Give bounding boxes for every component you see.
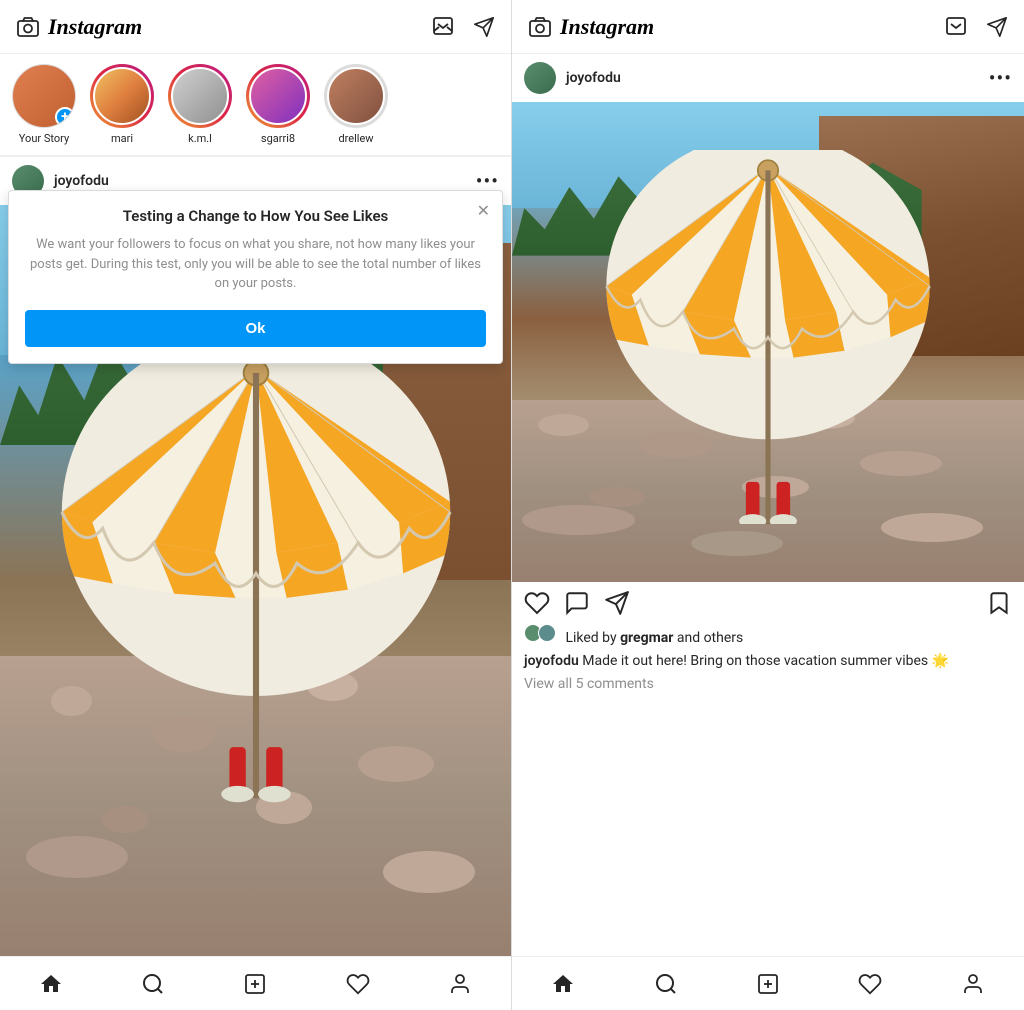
right-umbrella-scene <box>512 102 1024 582</box>
caption-username[interactable]: joyofodu <box>524 653 579 669</box>
left-bottom-nav <box>0 956 511 1010</box>
right-post-username: joyofodu <box>566 70 621 86</box>
story-ring-kml <box>168 64 232 128</box>
right-actions-left <box>524 590 630 616</box>
liked-by-rest: and others <box>673 630 743 646</box>
bookmark-button-right[interactable] <box>986 590 1012 616</box>
notification-close-button[interactable]: ✕ <box>477 201 490 220</box>
notification-ok-button[interactable]: Ok <box>25 310 486 347</box>
nav-profile-right[interactable] <box>961 972 985 996</box>
messenger-icon-left[interactable] <box>431 15 455 39</box>
your-story-avatar: + <box>12 64 76 128</box>
umbrella-svg-right <box>550 150 985 524</box>
nav-profile-left[interactable] <box>448 972 472 996</box>
right-post-avatar <box>524 62 556 94</box>
right-panel: Instagram joyofodu ••• <box>512 0 1024 1010</box>
left-post-username: joyofodu <box>54 173 109 189</box>
nav-home-left[interactable] <box>39 972 63 996</box>
story-ring-sgarri8 <box>246 64 310 128</box>
story-item-sgarri8[interactable]: sgarri8 <box>246 64 310 145</box>
right-post-more-button[interactable]: ••• <box>989 66 1012 90</box>
messenger-icon-right[interactable] <box>944 15 968 39</box>
story-ring-drellew <box>324 64 388 128</box>
story-avatar-sgarri8 <box>249 67 307 125</box>
right-post-image <box>512 102 1024 582</box>
stories-bar-left: + Your Story mari k.m.l sgarri8 <box>0 54 511 156</box>
nav-search-left[interactable] <box>141 972 165 996</box>
send-icon-left[interactable] <box>473 16 495 38</box>
camera-icon-right[interactable] <box>528 15 552 39</box>
comment-button-right[interactable] <box>564 590 590 616</box>
right-post-caption: joyofodu Made it out here! Bring on thos… <box>512 650 1024 674</box>
story-label-sgarri8: sgarri8 <box>261 132 295 145</box>
like-avatars <box>524 624 556 642</box>
right-post-header: joyofodu ••• <box>512 54 1024 102</box>
story-avatar-drellew <box>327 67 385 125</box>
nav-home-right[interactable] <box>551 972 575 996</box>
right-header-left: Instagram <box>528 14 654 40</box>
nav-search-right[interactable] <box>654 972 678 996</box>
send-icon-right[interactable] <box>986 16 1008 38</box>
story-avatar-kml <box>171 67 229 125</box>
left-header-left: Instagram <box>16 14 142 40</box>
instagram-logo-right: Instagram <box>560 14 654 40</box>
caption-body: Made it out here! Bring on those vacatio… <box>582 653 949 669</box>
right-post-actions <box>512 582 1024 624</box>
notification-body: We want your followers to focus on what … <box>25 235 486 294</box>
story-item-mari[interactable]: mari <box>90 64 154 145</box>
nav-add-left[interactable] <box>243 972 267 996</box>
nav-heart-right[interactable] <box>858 972 882 996</box>
view-comments-link[interactable]: View all 5 comments <box>512 674 1024 700</box>
story-label-kml: k.m.l <box>188 132 212 145</box>
umbrella-svg-left <box>51 303 460 844</box>
right-bottom-nav <box>512 956 1024 1010</box>
liked-by-user[interactable]: gregmar <box>620 630 673 646</box>
story-ring-mari <box>90 64 154 128</box>
right-post-likes: Liked by gregmar and others <box>512 624 1024 650</box>
like-avatar-2 <box>538 624 556 642</box>
story-label-mari: mari <box>111 132 133 145</box>
right-header-right <box>944 15 1008 39</box>
story-avatar-mari <box>93 67 151 125</box>
right-header: Instagram <box>512 0 1024 54</box>
your-story-item[interactable]: + Your Story <box>12 64 76 145</box>
story-item-kml[interactable]: k.m.l <box>168 64 232 145</box>
like-button-right[interactable] <box>524 590 550 616</box>
instagram-logo-left: Instagram <box>48 14 142 40</box>
story-label-drellew: drellew <box>338 132 373 145</box>
camera-icon[interactable] <box>16 15 40 39</box>
nav-heart-left[interactable] <box>346 972 370 996</box>
notification-title: Testing a Change to How You See Likes <box>25 207 486 225</box>
share-button-right[interactable] <box>604 590 630 616</box>
your-story-label: Your Story <box>19 132 69 145</box>
story-item-drellew[interactable]: drellew <box>324 64 388 145</box>
left-header: Instagram <box>0 0 511 54</box>
left-header-right <box>431 15 495 39</box>
notification-banner: ✕ Testing a Change to How You See Likes … <box>8 190 503 364</box>
add-story-plus: + <box>55 107 75 127</box>
left-panel: Instagram + Your Story <box>0 0 512 1010</box>
likes-text: Liked by <box>565 630 620 646</box>
right-post-user[interactable]: joyofodu <box>524 62 621 94</box>
nav-add-right[interactable] <box>756 972 780 996</box>
